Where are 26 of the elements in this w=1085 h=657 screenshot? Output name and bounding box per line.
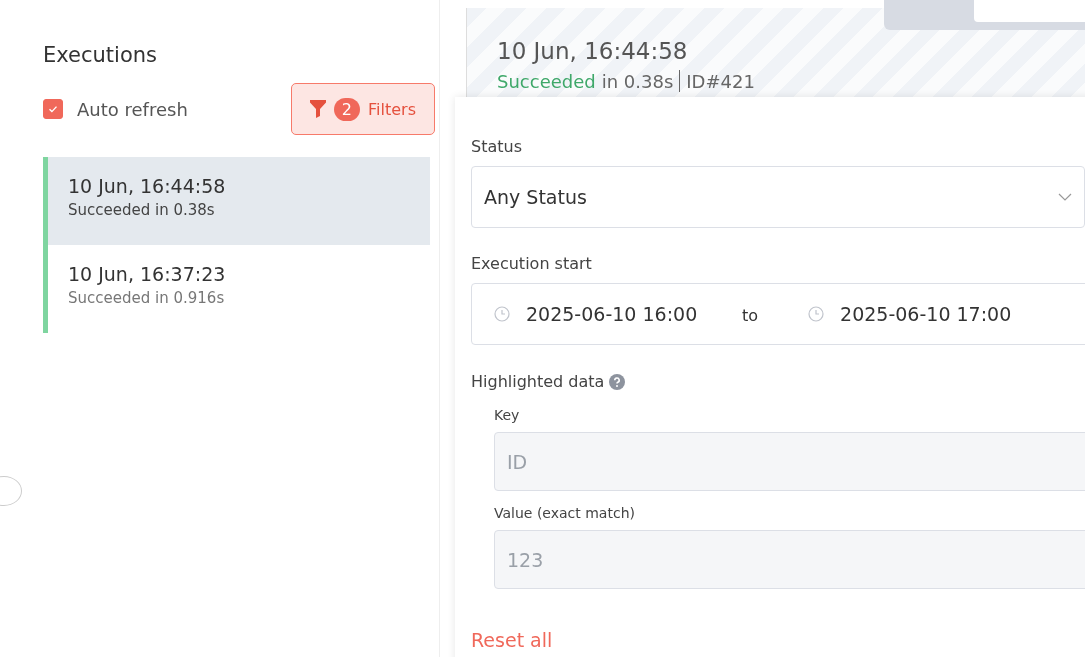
field-label: Execution start	[471, 254, 593, 273]
execution-status: Succeeded in 0.916s	[68, 289, 226, 307]
execution-time: 10 Jun, 16:44:58	[68, 175, 227, 197]
clock-icon	[494, 306, 510, 322]
funnel-icon	[309, 100, 326, 118]
checkbox-label[interactable]: Auto refresh	[77, 98, 188, 120]
execution-item[interactable]: 10 Jun, 16:44:58 Succeeded in 0.38s	[43, 157, 430, 245]
section-label: Highlighted data	[471, 372, 605, 391]
execution-heading: 10 Jun, 16:44:58	[497, 38, 689, 64]
field-label: Key	[494, 407, 521, 423]
field-label: Status	[471, 137, 523, 156]
execution-time: 10 Jun, 16:37:23	[68, 263, 227, 285]
date-range-field[interactable]: 2025-06-10 16:00 to 2025-06-10 17:00	[471, 283, 1085, 345]
filter-count-badge: 2	[333, 97, 361, 121]
execution-item[interactable]: 10 Jun, 16:37:23 Succeeded in 0.916s	[43, 245, 430, 333]
chevron-down-icon	[1058, 193, 1072, 201]
checkbox[interactable]	[43, 99, 63, 119]
status-select[interactable]: Any Status	[471, 166, 1085, 228]
execution-status: Succeeded in 0.38s	[68, 201, 216, 219]
help-icon[interactable]	[609, 373, 626, 390]
clock-icon	[808, 306, 825, 322]
panel-title: Executions	[43, 43, 158, 67]
duration-text: in 0.38s	[601, 70, 674, 92]
execution-id: ID#421	[686, 70, 755, 92]
status-text: Succeeded	[497, 70, 596, 92]
field-label: Value (exact match)	[494, 505, 636, 521]
